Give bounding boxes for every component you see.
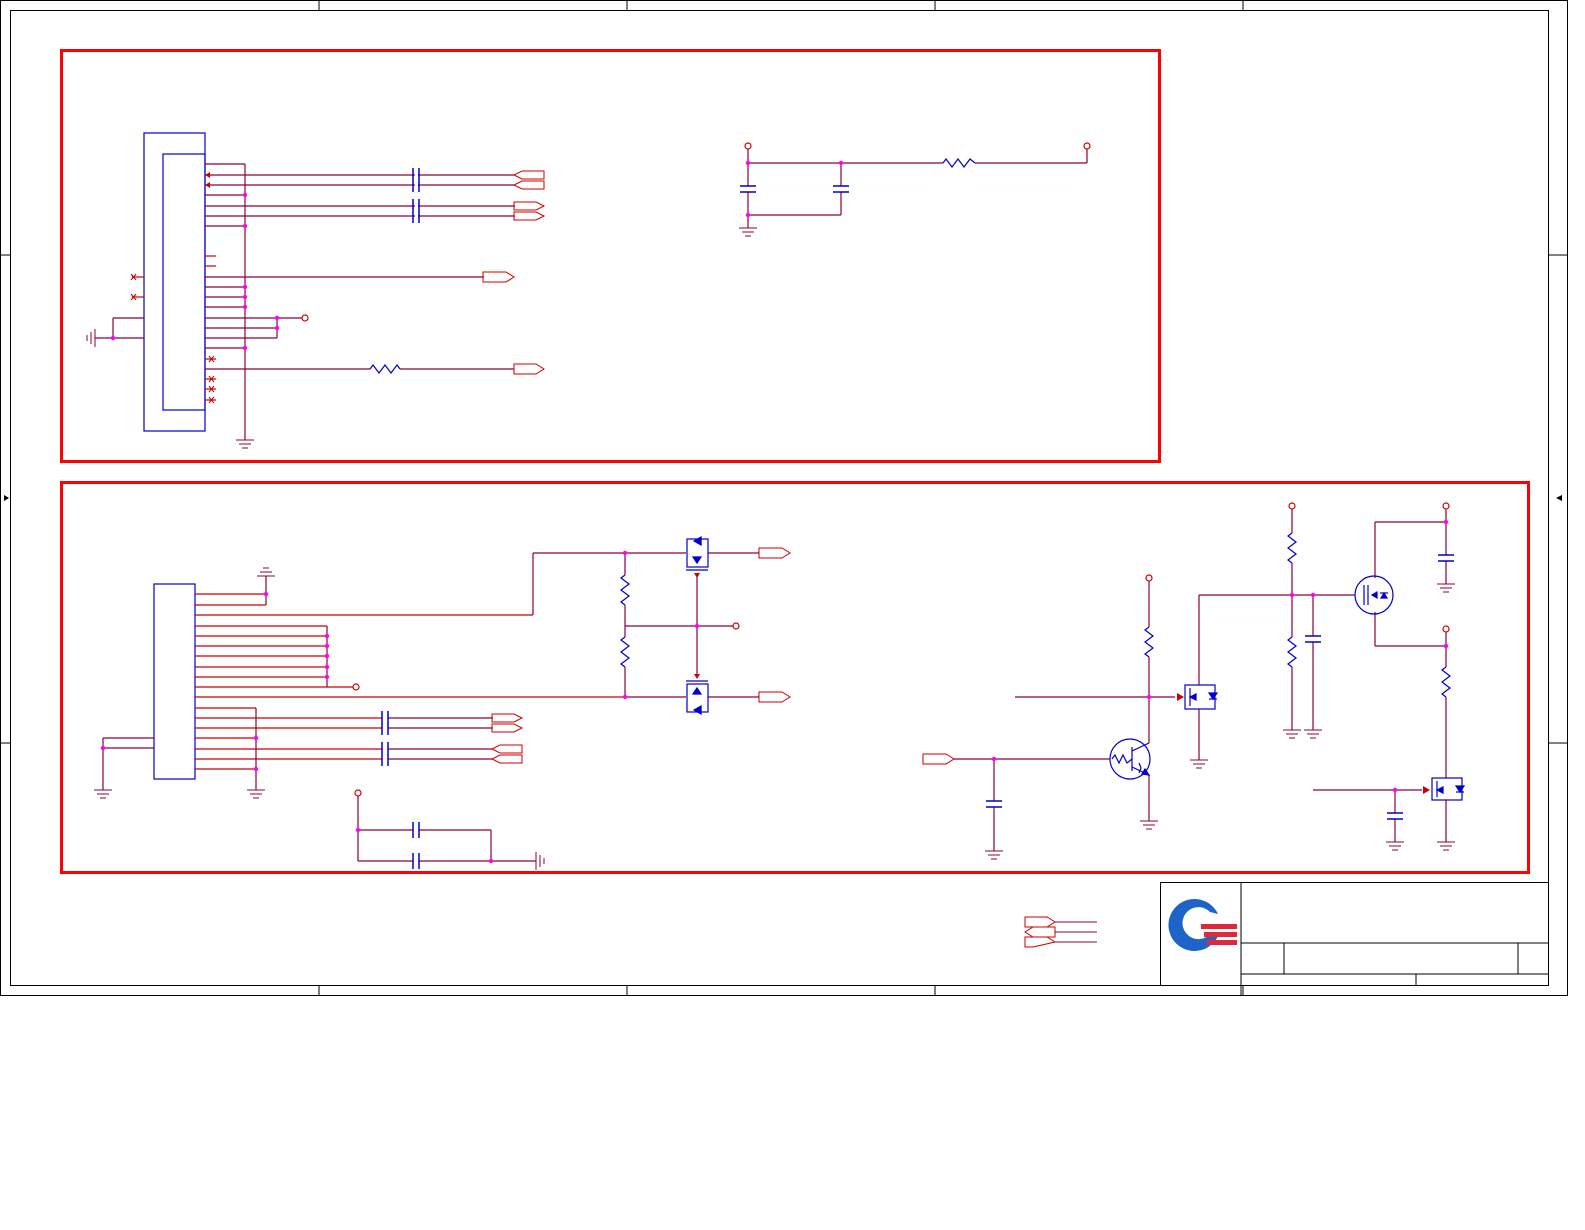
junction-dots <box>100 160 1449 864</box>
chassis-ground-symbol <box>86 329 96 347</box>
capacitor-bottom-2 <box>381 742 389 766</box>
ground-symbol <box>739 227 757 237</box>
title-block <box>1160 882 1549 995</box>
schematic-canvas <box>0 0 1568 996</box>
filter-capacitors <box>740 185 849 193</box>
top-connector-wires <box>95 163 515 440</box>
capacitor-top-2 <box>412 199 420 223</box>
pullup-resistor-1 <box>620 574 630 606</box>
legend-wires <box>1055 921 1097 943</box>
ground-symbol <box>236 439 254 449</box>
switch-resistors <box>1144 532 1451 698</box>
frame-arrow-marks <box>4 495 1562 501</box>
power-pin-top-left <box>301 314 309 322</box>
connector-top <box>143 132 206 432</box>
decoupling-capacitors <box>412 822 420 869</box>
level-shift-mosfet-2 <box>686 680 709 716</box>
capacitor-bottom-1 <box>381 711 389 735</box>
block-border-top <box>60 49 1161 463</box>
legend-offpage-connectors <box>1024 916 1057 948</box>
offpage-connectors-top <box>482 170 546 375</box>
capacitor-top-1 <box>412 168 420 192</box>
decoupling-wires <box>357 796 536 862</box>
drawing-frame <box>0 0 1568 996</box>
n-mosfet-2 <box>1431 777 1466 801</box>
power-pin-level-shift <box>732 622 740 630</box>
top-pin-stubs <box>132 255 216 401</box>
gate-arrow <box>1423 786 1430 794</box>
filter-power-pins <box>744 142 1091 150</box>
npn-transistor <box>1109 738 1151 780</box>
power-pin-bottom-connector <box>352 683 360 691</box>
offpage-connectors-bottom <box>490 547 955 765</box>
chassis-ground-symbol <box>535 852 545 870</box>
gate-arrow <box>1177 693 1184 701</box>
filter-resistor <box>942 158 976 168</box>
ground-symbol <box>257 567 275 577</box>
ground-symbol <box>94 789 112 799</box>
power-pin-decoupling <box>354 789 362 797</box>
switch-wires <box>954 509 1447 851</box>
pullup-resistor-2 <box>620 636 630 668</box>
bottom-connector-pins <box>195 593 625 770</box>
p-mosfet <box>1354 575 1394 615</box>
n-mosfet-1 <box>1184 684 1219 710</box>
level-shift-mosfet-1 <box>686 535 709 571</box>
switch-grounds <box>985 583 1455 860</box>
ground-symbol <box>247 789 265 799</box>
schematic-sheet <box>0 0 1585 1225</box>
bottom-connector-wires <box>102 552 686 790</box>
filter-network-wires <box>747 149 1088 228</box>
connector-bottom <box>153 583 196 780</box>
series-resistor-top <box>369 364 401 374</box>
company-logo <box>1168 899 1237 951</box>
